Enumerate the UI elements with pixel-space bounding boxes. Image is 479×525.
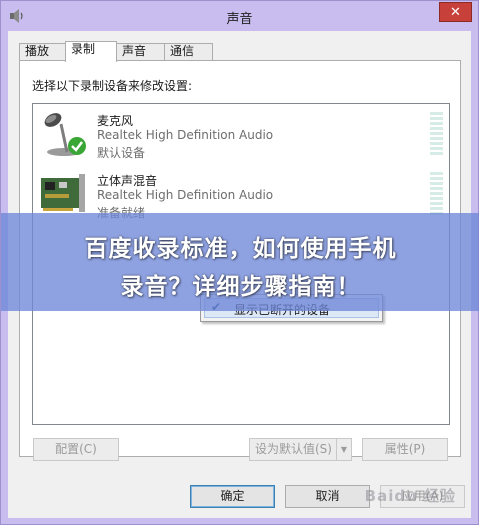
ok-button[interactable]: 确定 [190, 485, 275, 508]
device-status: 默认设备 [97, 146, 146, 160]
level-meter [430, 112, 443, 156]
chevron-down-icon[interactable]: ▼ [336, 439, 351, 460]
tab-communications[interactable]: 通信 [164, 43, 213, 60]
device-name: 麦克风 [97, 114, 134, 128]
set-default-button[interactable]: 设为默认值(S) ▼ [249, 438, 352, 461]
device-item-microphone[interactable]: 麦克风 Realtek High Definition Audio 默认设备 [33, 106, 449, 166]
device-description: Realtek High Definition Audio [97, 128, 274, 142]
properties-button[interactable]: 属性(P) [362, 438, 448, 461]
sound-card-icon [41, 174, 85, 212]
watermark-text: Baidu 经验 [364, 487, 456, 505]
title-overlay-banner: 百度收录标准，如何使用手机 录音？详细步骤指南！ [1, 213, 479, 311]
default-check-badge [68, 137, 86, 155]
sound-dialog-window: 声音 ✕ 播放 录制 声音 通信 选择以下录制设备来修改设置: 麦克风 Real… [0, 0, 479, 525]
level-meter [430, 172, 443, 216]
window-title: 声音 [226, 12, 253, 27]
device-name: 立体声混音 [97, 174, 158, 188]
close-button[interactable]: ✕ [439, 2, 472, 22]
title-bar[interactable]: 声音 ✕ [1, 1, 478, 31]
instruction-text: 选择以下录制设备来修改设置: [32, 79, 193, 93]
configure-button[interactable]: 配置(C) [33, 438, 119, 461]
overlay-title-line-1: 百度收录标准，如何使用手机 [84, 236, 397, 262]
set-default-label: 设为默认值(S) [255, 442, 332, 456]
cancel-button[interactable]: 取消 [285, 485, 370, 508]
tab-recording[interactable]: 录制 [65, 41, 117, 62]
microphone-icon [44, 113, 86, 156]
tab-sounds[interactable]: 声音 [116, 43, 165, 60]
overlay-title-line-2: 录音？详细步骤指南！ [120, 274, 361, 300]
device-description: Realtek High Definition Audio [97, 188, 274, 202]
tab-playback[interactable]: 播放 [19, 43, 66, 60]
